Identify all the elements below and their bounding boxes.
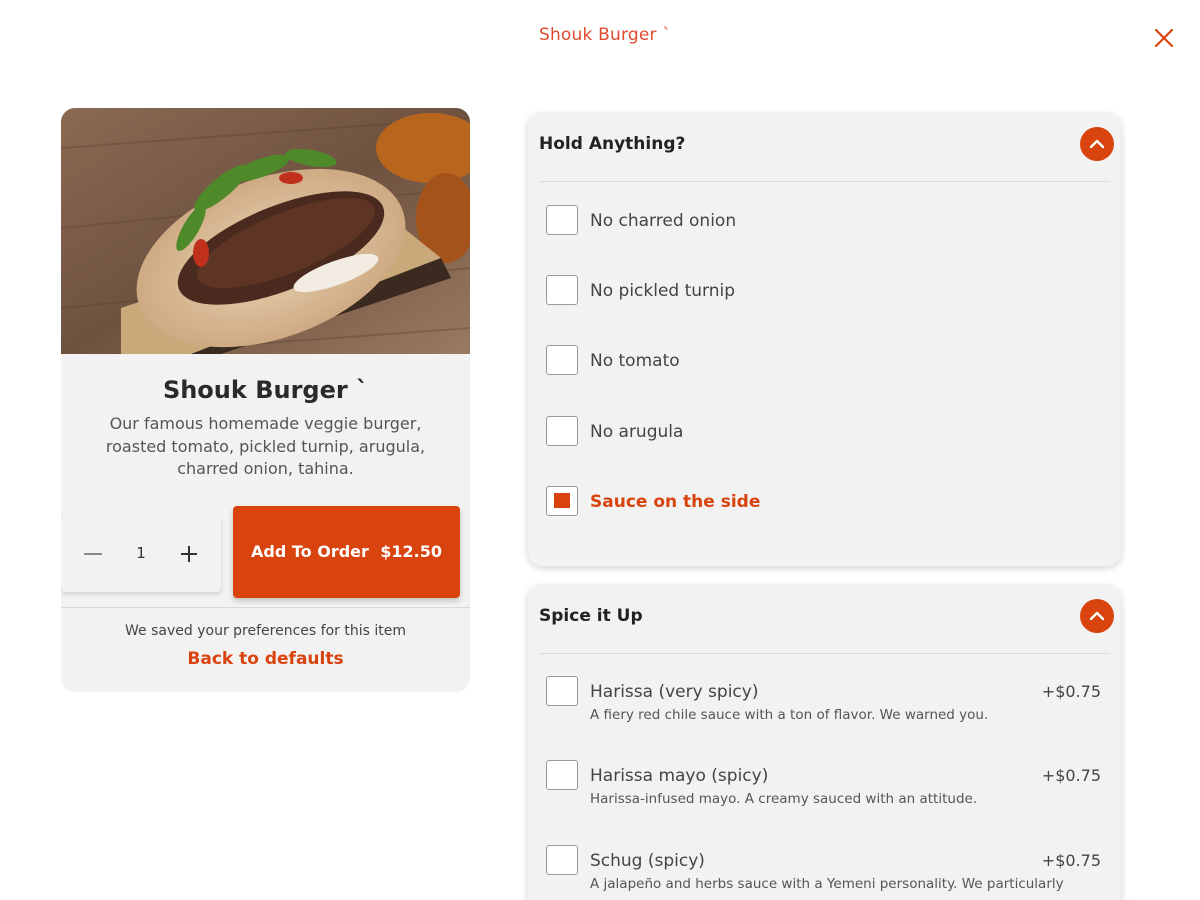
option-description: Harissa-infused mayo. A creamy sauced wi… <box>590 791 978 807</box>
checkbox[interactable] <box>546 760 578 790</box>
checkbox-fill <box>554 493 570 508</box>
divider <box>539 653 1110 654</box>
option-no-charred-onion[interactable]: No charred onion <box>546 205 1101 237</box>
panel-title: Spice it Up <box>539 606 643 626</box>
option-label: Sauce on the side <box>590 492 761 512</box>
checkbox[interactable] <box>546 676 578 706</box>
option-price: +$0.75 <box>1041 682 1101 701</box>
checkbox[interactable] <box>546 345 578 375</box>
option-description: A fiery red chile sauce with a ton of fl… <box>590 707 989 723</box>
checkbox[interactable] <box>546 416 578 446</box>
close-icon <box>1154 28 1174 48</box>
option-schug[interactable]: Schug (spicy) A jalapeño and herbs sauce… <box>546 845 1101 895</box>
checkbox-checked[interactable] <box>546 486 578 516</box>
option-no-tomato[interactable]: No tomato <box>546 345 1101 377</box>
option-harissa-mayo[interactable]: Harissa mayo (spicy) Harissa-infused may… <box>546 760 1101 810</box>
chevron-up-icon <box>1089 139 1105 149</box>
add-to-order-button[interactable]: Add To Order $12.50 <box>233 506 460 598</box>
option-no-arugula[interactable]: No arugula <box>546 416 1101 448</box>
chevron-up-icon <box>1089 611 1105 621</box>
quantity-value: 1 <box>136 544 146 562</box>
checkbox[interactable] <box>546 845 578 875</box>
top-bar: Shouk Burger ` <box>0 0 1200 72</box>
option-price: +$0.75 <box>1041 766 1101 785</box>
item-card: Shouk Burger ` Our famous homemade veggi… <box>61 108 470 692</box>
option-label: No pickled turnip <box>590 281 736 301</box>
spice-it-up-panel: Spice it Up Harissa (very spicy) A fiery… <box>528 585 1121 900</box>
saved-preferences-note: We saved your preferences for this item <box>125 623 406 639</box>
collapse-hold-button[interactable] <box>1080 127 1114 161</box>
option-description: A jalapeño and herbs sauce with a Yemeni… <box>590 876 1064 892</box>
add-to-order-price: $12.50 <box>380 542 442 561</box>
option-price: +$0.75 <box>1041 851 1101 870</box>
collapse-spice-button[interactable] <box>1080 599 1114 633</box>
close-button[interactable] <box>1150 24 1178 52</box>
add-to-order-label: Add To Order <box>251 542 369 561</box>
quantity-stepper: 1 <box>61 516 221 592</box>
option-label: No arugula <box>590 422 684 442</box>
option-label: No tomato <box>590 351 680 371</box>
item-description: Our famous homemade veggie burger, roast… <box>105 414 426 478</box>
increase-quantity-button[interactable] <box>171 536 207 572</box>
minus-icon <box>84 553 102 555</box>
page-title: Shouk Burger ` <box>538 25 672 45</box>
divider <box>61 607 470 608</box>
option-label: No charred onion <box>590 211 737 231</box>
checkbox[interactable] <box>546 205 578 235</box>
plus-icon <box>181 546 197 562</box>
divider <box>539 181 1110 182</box>
item-name: Shouk Burger ` <box>162 376 369 404</box>
option-sauce-on-the-side[interactable]: Sauce on the side <box>546 486 1101 518</box>
option-label: Schug (spicy) <box>590 851 705 871</box>
back-to-defaults-link[interactable]: Back to defaults <box>61 649 470 669</box>
option-label: Harissa mayo (spicy) <box>590 766 769 786</box>
option-no-pickled-turnip[interactable]: No pickled turnip <box>546 275 1101 307</box>
option-harissa[interactable]: Harissa (very spicy) A fiery red chile s… <box>546 676 1101 726</box>
checkbox[interactable] <box>546 275 578 305</box>
option-label: Harissa (very spicy) <box>590 682 759 702</box>
decrease-quantity-button[interactable] <box>75 536 111 572</box>
item-photo <box>61 108 470 354</box>
panel-title: Hold Anything? <box>539 134 686 154</box>
hold-anything-panel: Hold Anything? No charred onion No pickl… <box>528 113 1121 566</box>
